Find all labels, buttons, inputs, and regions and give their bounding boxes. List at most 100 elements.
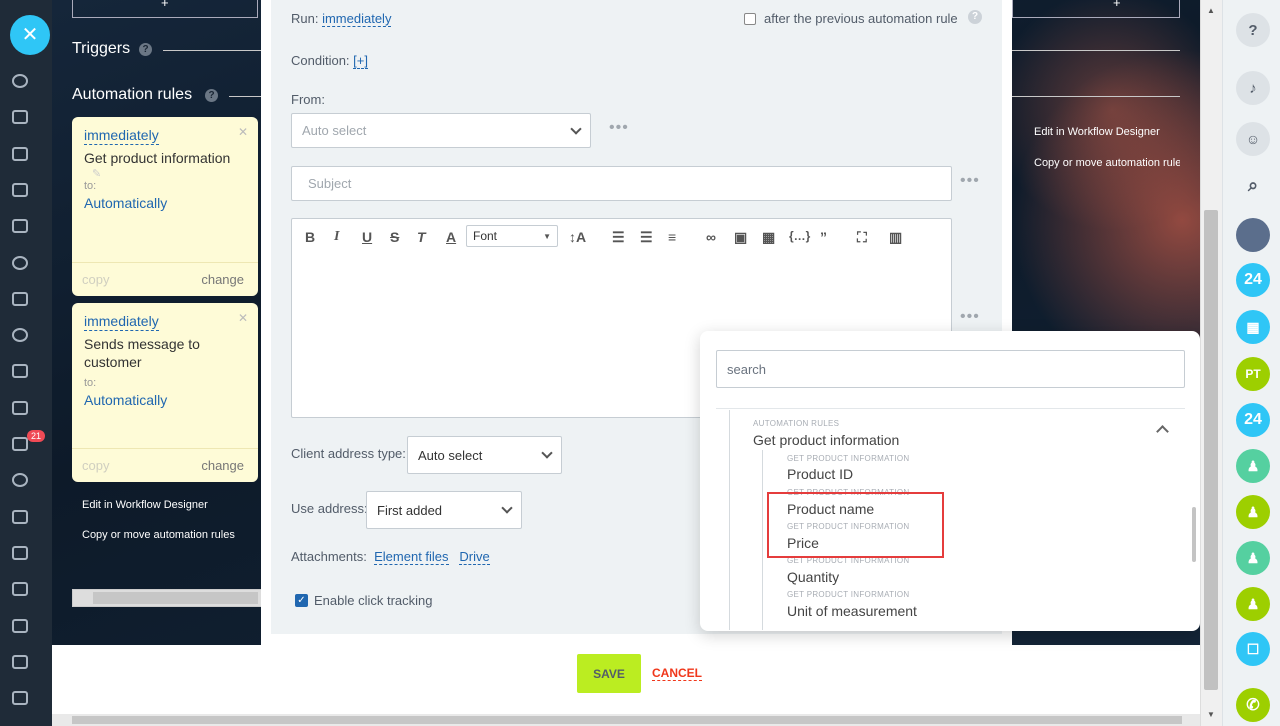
drive-icon[interactable]: [12, 292, 28, 306]
tasks-icon[interactable]: [12, 110, 28, 124]
more-icon[interactable]: •••: [609, 119, 629, 137]
avatar[interactable]: PT: [1236, 357, 1270, 391]
phone-device-icon[interactable]: ☐: [1236, 632, 1270, 666]
calendar-icon[interactable]: [12, 183, 28, 197]
feed-icon[interactable]: [12, 74, 28, 88]
calendar-icon[interactable]: ▦: [1236, 310, 1270, 344]
help-icon[interactable]: ?: [139, 43, 152, 56]
close-icon[interactable]: ✕: [238, 311, 248, 325]
list-item[interactable]: Quantity: [787, 569, 839, 585]
rule-target-link[interactable]: Automatically: [84, 392, 246, 408]
rule-target-link[interactable]: Automatically: [84, 195, 246, 211]
client-address-select[interactable]: Auto select: [407, 436, 562, 474]
edit-in-designer-link-right[interactable]: Edit in Workflow Designer: [1034, 126, 1160, 138]
group-icon[interactable]: ♟: [1236, 541, 1270, 575]
rule-card[interactable]: ✕ immediately Get product information ✎ …: [72, 117, 258, 296]
list-item[interactable]: Product ID: [787, 466, 853, 482]
group-icon[interactable]: ♟: [1236, 587, 1270, 621]
change-button[interactable]: change: [201, 272, 244, 287]
add-condition-link[interactable]: [+]: [353, 53, 368, 69]
cancel-button[interactable]: CANCEL: [652, 666, 702, 681]
chat-icon[interactable]: ☺: [1236, 122, 1270, 156]
rule-run-link[interactable]: immediately: [84, 313, 159, 331]
copy-button[interactable]: copy: [82, 458, 109, 473]
align-icon[interactable]: ≡: [668, 229, 676, 245]
pencil-icon[interactable]: ✎: [92, 167, 246, 180]
settings-sliders-icon[interactable]: [12, 655, 28, 669]
subject-input[interactable]: Subject: [291, 166, 952, 201]
rule-run-link[interactable]: immediately: [84, 127, 159, 145]
code-icon[interactable]: {…}: [789, 229, 810, 243]
group-icon[interactable]: ♟: [1236, 449, 1270, 483]
copy-move-rules-link-right[interactable]: Copy or move automation rule: [1034, 157, 1180, 169]
apps-icon[interactable]: [12, 619, 28, 633]
copy-button[interactable]: copy: [82, 272, 109, 287]
chat-icon[interactable]: [12, 147, 28, 161]
bitrix24-icon[interactable]: 24: [1236, 403, 1270, 437]
page-scrollbar[interactable]: ▲ ▼: [1200, 0, 1222, 726]
element-files-link[interactable]: Element files: [374, 549, 449, 565]
target-icon[interactable]: [12, 473, 28, 487]
search-icon[interactable]: ⌕: [1236, 168, 1270, 202]
caret-down-icon: ▼: [543, 231, 551, 241]
help-icon[interactable]: ?: [1236, 13, 1270, 47]
rule-card[interactable]: ✕ immediately Sends message to customer …: [72, 303, 258, 482]
bold-icon[interactable]: B: [305, 229, 315, 245]
font-size-icon[interactable]: ↕A: [569, 229, 586, 245]
phone-icon[interactable]: ✆: [1236, 688, 1270, 722]
avatar[interactable]: [1236, 218, 1270, 252]
table-icon[interactable]: ▦: [762, 229, 775, 246]
after-previous-checkbox[interactable]: [744, 13, 756, 25]
source-icon[interactable]: ▥: [889, 229, 902, 246]
save-button[interactable]: SAVE: [577, 654, 641, 693]
add-rule-button-right[interactable]: +: [1012, 0, 1180, 18]
company-icon[interactable]: [12, 691, 28, 705]
link-icon[interactable]: ∞: [706, 229, 716, 245]
help-icon[interactable]: ?: [205, 89, 218, 102]
italic-icon[interactable]: I: [334, 229, 339, 245]
close-slider-button[interactable]: ✕: [10, 15, 50, 55]
help-icon[interactable]: ?: [968, 10, 982, 24]
list-item[interactable]: Unit of measurement: [787, 603, 917, 619]
strikethrough-icon[interactable]: S: [390, 229, 399, 245]
copy-move-rules-link[interactable]: Copy or move automation rules: [82, 529, 235, 541]
crm-filter-icon[interactable]: [12, 437, 28, 451]
underline-icon[interactable]: U: [362, 229, 372, 245]
popup-scrollbar[interactable]: [1192, 507, 1196, 562]
id-card-icon[interactable]: [12, 546, 28, 560]
documents-icon[interactable]: [12, 219, 28, 233]
image-icon[interactable]: ▣: [734, 229, 747, 246]
fullscreen-icon[interactable]: ⛶: [857, 229, 867, 246]
page-horizontal-scrollbar[interactable]: [52, 714, 1200, 726]
click-tracking-checkbox[interactable]: ✓: [295, 594, 308, 607]
run-value-link[interactable]: immediately: [322, 11, 392, 27]
group-icon[interactable]: ♟: [1236, 495, 1270, 529]
clear-format-icon[interactable]: T: [417, 229, 426, 245]
bullet-list-icon[interactable]: ☰: [640, 229, 653, 246]
more-icon[interactable]: •••: [960, 172, 980, 190]
close-icon[interactable]: ✕: [238, 125, 248, 139]
box-icon[interactable]: [12, 582, 28, 596]
use-address-select[interactable]: First added: [366, 491, 522, 529]
mail-icon[interactable]: [12, 364, 28, 378]
divider: [163, 50, 263, 51]
quote-icon[interactable]: ”: [820, 229, 827, 245]
cart-icon[interactable]: [12, 510, 28, 524]
contacts-icon[interactable]: [12, 328, 28, 342]
bell-icon[interactable]: ♪: [1236, 71, 1270, 105]
search-input[interactable]: search: [716, 350, 1185, 388]
more-icon[interactable]: •••: [960, 308, 980, 326]
horizontal-scrollbar[interactable]: [72, 589, 262, 607]
change-button[interactable]: change: [201, 458, 244, 473]
add-trigger-button[interactable]: +: [72, 0, 258, 18]
robot-icon[interactable]: [12, 256, 28, 270]
drive-link[interactable]: Drive: [459, 549, 490, 565]
from-select[interactable]: Auto select: [291, 113, 591, 148]
edit-in-designer-link[interactable]: Edit in Workflow Designer: [82, 499, 208, 511]
bitrix24-icon[interactable]: 24: [1236, 263, 1270, 297]
text-color-icon[interactable]: A: [446, 229, 456, 245]
group-name[interactable]: Get product information: [753, 432, 899, 448]
ordered-list-icon[interactable]: ☰: [612, 229, 625, 246]
font-select[interactable]: Font ▼: [466, 225, 558, 247]
checklist-icon[interactable]: [12, 401, 28, 415]
